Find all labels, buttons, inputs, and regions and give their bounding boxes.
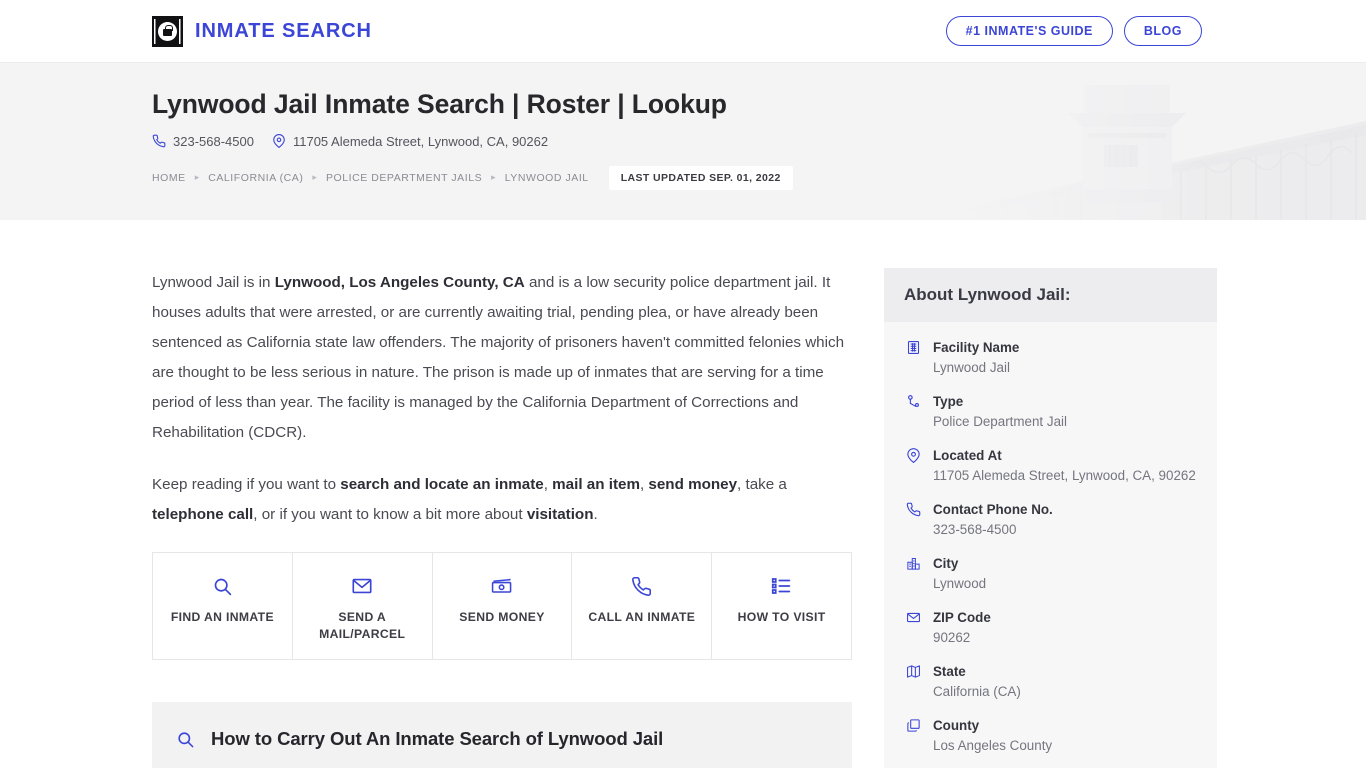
fact-city: City Lynwood (904, 554, 1197, 594)
chevron-right-icon: ▸ (312, 172, 317, 183)
about-facility-title: About Lynwood Jail: (884, 268, 1217, 322)
hero-address-text: 11705 Alemeda Street, Lynwood, CA, 90262 (292, 133, 549, 149)
kr-bold-mail: mail an item (552, 476, 640, 493)
inmates-guide-button[interactable]: #1 INMATE'S GUIDE (945, 15, 1113, 47)
breadcrumb-item-california[interactable]: CALIFORNIA (CA) (208, 172, 303, 184)
fact-label: Contact Phone No. (933, 502, 1053, 517)
map-pin-icon (904, 446, 922, 486)
content-wrapper: Lynwood Jail is in Lynwood, Los Angeles … (0, 220, 1366, 768)
fact-contact-phone: Contact Phone No. 323-568-4500 (904, 500, 1197, 540)
site-header: INMATE SEARCH #1 INMATE'S GUIDE BLOG (0, 0, 1366, 62)
chevron-right-icon: ▸ (491, 172, 496, 183)
phone-icon (152, 134, 166, 148)
kr-text-6: . (593, 506, 598, 523)
last-updated-badge: LAST UPDATED SEP. 01, 2022 (608, 165, 793, 190)
breadcrumb-item-home[interactable]: HOME (152, 172, 186, 184)
kr-text-4: , take a (737, 476, 787, 493)
search-icon (159, 571, 286, 601)
how-to-visit-label: HOW TO VISIT (737, 610, 826, 624)
hero-phone-text: 323-568-4500 (173, 133, 254, 149)
how-to-search-section: How to Carry Out An Inmate Search of Lyn… (152, 702, 852, 768)
fact-facility-name: Facility Name Lynwood Jail (904, 338, 1197, 378)
banknote-icon (439, 571, 566, 601)
brand-name: INMATE SEARCH (195, 19, 372, 42)
search-icon (176, 730, 195, 749)
breadcrumb: HOME ▸ CALIFORNIA (CA) ▸ POLICE DEPARTME… (152, 165, 1366, 190)
find-an-inmate-label: FIND AN INMATE (170, 610, 274, 624)
building-grid-icon (904, 338, 922, 378)
phone-icon (578, 571, 705, 601)
fact-value: Los Angeles County (933, 738, 1053, 753)
map-pin-icon (272, 134, 286, 149)
sidebar: About Lynwood Jail: Facility Name Lynwoo… (884, 268, 1217, 768)
kr-bold-search: search and locate an inmate (340, 476, 544, 493)
envelope-icon (904, 608, 922, 648)
send-money-tile[interactable]: SEND MONEY (432, 553, 573, 659)
header-actions: #1 INMATE'S GUIDE BLOG (945, 15, 1202, 47)
kr-text-1: Keep reading if you want to (152, 476, 341, 493)
node-type-icon (904, 392, 922, 432)
fact-label: Facility Name (933, 340, 1020, 355)
fact-label: County (933, 718, 980, 733)
fact-label: City (933, 556, 959, 571)
fact-value: Police Department Jail (933, 414, 1067, 429)
list-icon (718, 571, 845, 601)
hero-banner: Lynwood Jail Inmate Search | Roster | Lo… (0, 62, 1366, 220)
fact-value: California (CA) (933, 684, 1021, 699)
fact-county: County Los Angeles County (904, 716, 1197, 756)
send-a-mail-parcel-label: SEND A MAIL/PARCEL (319, 610, 406, 641)
fact-value: Lynwood Jail (933, 360, 1010, 375)
about-facility-card: About Lynwood Jail: Facility Name Lynwoo… (884, 268, 1217, 768)
folded-map-icon (904, 662, 922, 702)
how-to-visit-tile[interactable]: HOW TO VISIT (712, 553, 851, 659)
quick-action-tiles: FIND AN INMATE SEND A MAIL/PARCEL SEND M… (152, 552, 852, 660)
fact-value: 11705 Alemeda Street, Lynwood, CA, 90262 (933, 468, 1196, 483)
call-an-inmate-tile[interactable]: CALL AN INMATE (572, 553, 713, 659)
fact-value: 323-568-4500 (933, 522, 1017, 537)
breadcrumb-item-lynwood-jail: LYNWOOD JAIL (504, 171, 589, 184)
fact-label: ZIP Code (933, 610, 991, 625)
hero-contact-meta: 323-568-4500 11705 Alemeda Street, Lynwo… (152, 134, 1366, 149)
fact-located-at: Located At 11705 Alemeda Street, Lynwood… (904, 446, 1197, 486)
main-column: Lynwood Jail is in Lynwood, Los Angeles … (152, 268, 852, 768)
send-money-label: SEND MONEY (459, 610, 545, 624)
phone-icon (904, 500, 922, 540)
copy-layers-icon (904, 716, 922, 756)
intro-text-1: Lynwood Jail is in (152, 274, 275, 291)
envelope-icon (299, 571, 426, 601)
how-to-search-heading: How to Carry Out An Inmate Search of Lyn… (211, 728, 664, 749)
fact-label: Type (933, 394, 964, 409)
send-a-mail-parcel-tile[interactable]: SEND A MAIL/PARCEL (292, 553, 433, 659)
blog-button[interactable]: BLOG (1123, 15, 1202, 47)
fact-zip-code: ZIP Code 90262 (904, 608, 1197, 648)
fact-label: State (933, 664, 966, 679)
brand-logo-link[interactable]: INMATE SEARCH (152, 15, 372, 47)
fact-type: Type Police Department Jail (904, 392, 1197, 432)
fact-value: 90262 (933, 630, 971, 645)
about-facility-list: Facility Name Lynwood Jail Type Police D… (884, 322, 1217, 768)
chevron-right-icon: ▸ (194, 172, 200, 183)
hero-phone[interactable]: 323-568-4500 (152, 134, 254, 149)
jail-bars-padlock-icon (152, 15, 183, 47)
kr-bold-call: telephone call (152, 506, 254, 523)
kr-text-2: , (543, 476, 553, 493)
fact-state: State California (CA) (904, 662, 1197, 702)
find-an-inmate-tile[interactable]: FIND AN INMATE (153, 553, 293, 659)
fact-label: Located At (933, 448, 1002, 463)
kr-bold-visitation: visitation (526, 506, 594, 523)
page-title: Lynwood Jail Inmate Search | Roster | Lo… (152, 89, 727, 119)
city-buildings-icon (904, 554, 922, 594)
keep-reading-paragraph: Keep reading if you want to search and l… (152, 470, 852, 530)
intro-bold-location: Lynwood, Los Angeles County, CA (274, 274, 525, 291)
kr-bold-money: send money (648, 476, 738, 493)
fact-value: Lynwood (933, 576, 987, 591)
intro-text-2: and is a low security police department … (152, 274, 845, 441)
intro-paragraph: Lynwood Jail is in Lynwood, Los Angeles … (152, 268, 852, 448)
hero-address[interactable]: 11705 Alemeda Street, Lynwood, CA, 90262 (272, 134, 548, 149)
kr-text-5: , or if you want to know a bit more abou… (253, 506, 527, 523)
call-an-inmate-label: CALL AN INMATE (588, 610, 696, 624)
breadcrumb-item-police-department-jails[interactable]: POLICE DEPARTMENT JAILS (326, 172, 482, 184)
